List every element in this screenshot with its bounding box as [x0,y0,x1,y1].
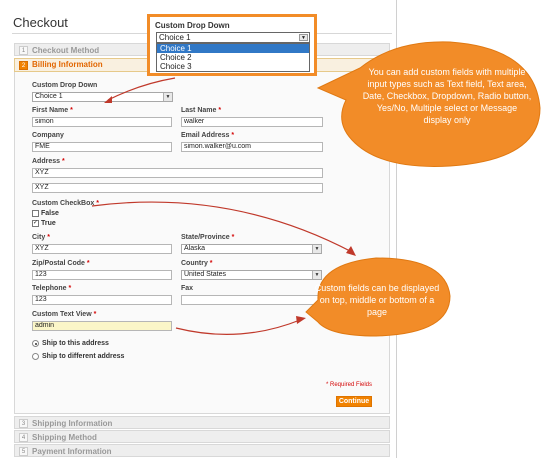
callout-arrow-dropdown [107,77,176,101]
zoomed-dropdown-value: Choice 1 [159,33,191,42]
callout-text-placement: Custom fields can be displayed on top, m… [314,283,440,317]
callout-text-input-types: You can add custom fields with multiple … [362,67,532,125]
dropdown-option[interactable]: Choice 3 [157,62,309,71]
callout-arrow-checkbox [91,201,353,253]
callout-arrow-textview [175,319,301,335]
dropdown-option[interactable]: Choice 2 [157,53,309,62]
dropdown-option[interactable]: Choice 1 [157,44,309,53]
chevron-down-icon: ▼ [299,34,308,41]
zoomed-dropdown-select[interactable]: Choice 1 ▼ [156,32,310,43]
zoomed-dropdown-title: Custom Drop Down [155,21,230,30]
arrowhead-icon [104,96,112,103]
zoomed-dropdown-options: Choice 1 Choice 2 Choice 3 [156,43,310,72]
zoomed-dropdown-box: Custom Drop Down Choice 1 ▼ Choice 1 Cho… [147,14,317,76]
arrowhead-icon [346,246,356,256]
arrowhead-icon [296,316,306,324]
